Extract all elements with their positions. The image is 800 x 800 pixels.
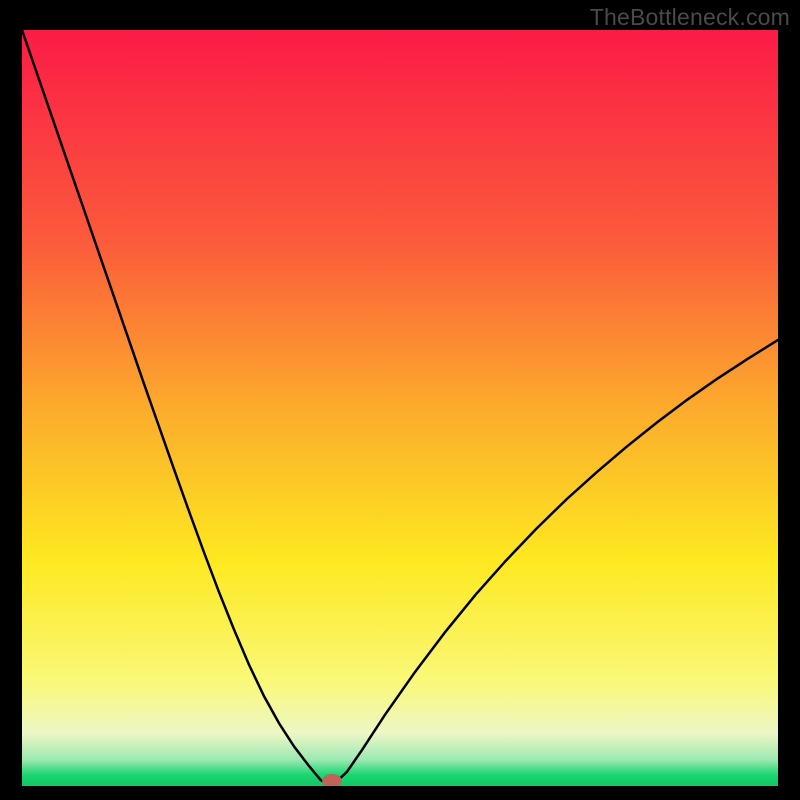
chart-frame: TheBottleneck.com bbox=[0, 0, 800, 800]
plot-area bbox=[22, 30, 778, 786]
bottleneck-chart bbox=[22, 30, 778, 786]
gradient-background bbox=[22, 30, 778, 786]
watermark-text: TheBottleneck.com bbox=[590, 4, 790, 31]
